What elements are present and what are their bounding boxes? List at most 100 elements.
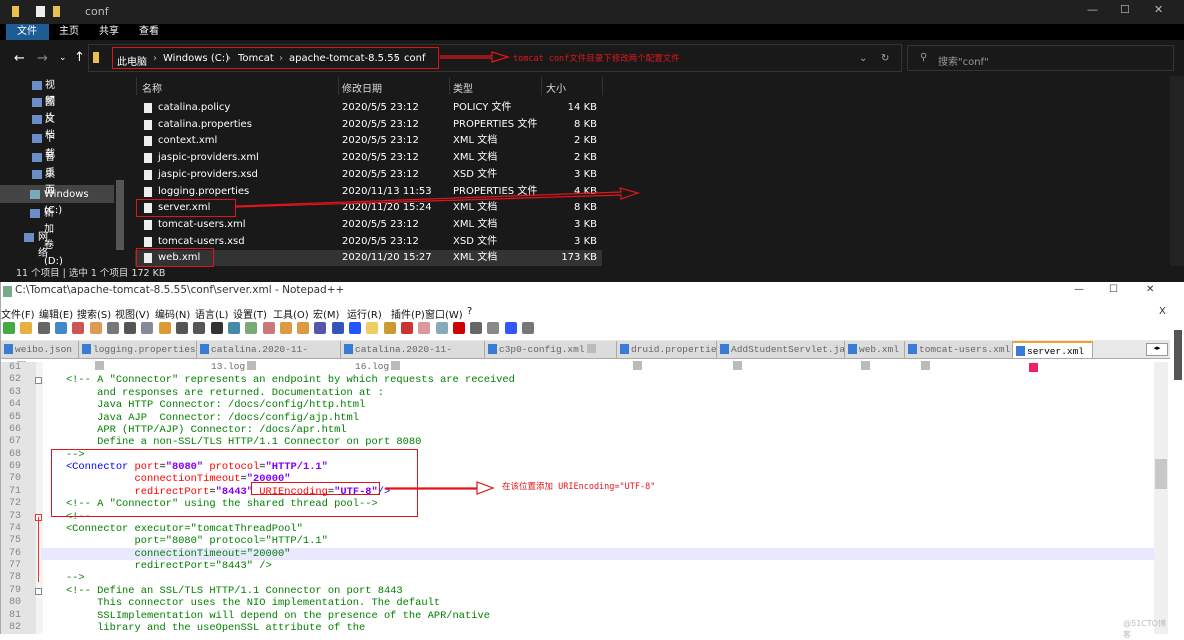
properties-icon[interactable]: [36, 6, 45, 17]
nav-item[interactable]: 文档: [45, 112, 55, 141]
tab-scroll-arrows[interactable]: ◂▸: [1146, 343, 1168, 356]
nav-item[interactable]: 桌面: [45, 167, 55, 196]
menu-item[interactable]: 编辑(E): [39, 306, 73, 321]
tab-c3p0-config-xml[interactable]: c3p0-config.xml: [485, 341, 617, 358]
file-row[interactable]: jaspic-providers.xsd 2020/5/5 23:12 XSD 文件…: [135, 167, 602, 183]
menu-item[interactable]: 设置(T): [233, 306, 267, 321]
new-folder-icon[interactable]: [53, 6, 60, 17]
toolbar-button-icon[interactable]: [504, 322, 517, 334]
tab-weibo-json[interactable]: weibo.json: [1, 341, 79, 370]
tab-home[interactable]: 主页: [49, 24, 89, 40]
file-row[interactable]: tomcat-users.xml 2020/5/5 23:12 XML 文档 3 KB: [135, 217, 602, 233]
menu-item[interactable]: 插件(P): [391, 306, 425, 321]
address-dropdown-icon[interactable]: ⌄: [859, 53, 867, 64]
tab-file[interactable]: 文件: [6, 24, 49, 40]
toolbar-button-icon[interactable]: [72, 322, 85, 334]
refresh-icon[interactable]: ↻: [881, 53, 889, 64]
search-input[interactable]: ⚲ 搜索"conf": [907, 45, 1174, 71]
toolbar-button-icon[interactable]: [349, 322, 361, 334]
tab-catalina-2020-11-16-log[interactable]: catalina.2020-11-16.log: [341, 341, 485, 372]
toolbar-button-icon[interactable]: [522, 322, 534, 334]
minimize-button[interactable]: —: [1074, 284, 1084, 295]
toolbar-button-icon[interactable]: [314, 322, 327, 334]
toolbar-button-icon[interactable]: [331, 322, 344, 334]
column-name[interactable]: 名称: [142, 80, 162, 95]
toolbar-button-icon[interactable]: [418, 322, 431, 334]
nav-item[interactable]: 下载: [45, 131, 55, 160]
toolbar-button-icon[interactable]: [176, 322, 188, 334]
up-button[interactable]: ↑: [74, 50, 85, 65]
menu-item[interactable]: 工具(O): [273, 306, 309, 321]
toolbar-button-icon[interactable]: [383, 322, 396, 334]
maximize-button[interactable]: ☐: [1120, 3, 1130, 16]
file-list-scrollbar[interactable]: [1170, 76, 1184, 266]
vertical-scrollbar[interactable]: [1154, 362, 1168, 634]
toolbar-button-icon[interactable]: [227, 322, 240, 334]
file-saved-icon: [344, 344, 353, 354]
nav-item[interactable]: Windows (C:): [44, 187, 89, 216]
toolbar-button-icon[interactable]: [452, 322, 465, 334]
toolbar-button-icon[interactable]: [297, 322, 310, 334]
tab-addstudentservlet-java[interactable]: AddStudentServlet.java: [717, 341, 856, 370]
tab-logging-properties[interactable]: logging.properties: [79, 341, 197, 370]
nav-item[interactable]: 网络: [38, 230, 48, 259]
menu-item[interactable]: 运行(R): [347, 306, 382, 321]
minimize-button[interactable]: —: [1087, 3, 1098, 16]
menu-item[interactable]: 编码(N): [155, 306, 190, 321]
recent-dropdown[interactable]: ⌄: [59, 53, 67, 63]
nav-scrollbar[interactable]: [116, 180, 124, 250]
toolbar-button-icon[interactable]: [3, 322, 15, 334]
toolbar-button-icon[interactable]: [400, 322, 413, 334]
menu-item[interactable]: 视图(V): [115, 306, 150, 321]
toolbar-button-icon[interactable]: [158, 322, 171, 334]
file-row[interactable]: catalina.policy 2020/5/5 23:12 POLICY 文件 14…: [135, 100, 602, 116]
toolbar-button-icon[interactable]: [279, 322, 292, 334]
nav-item[interactable]: 视频: [45, 78, 55, 107]
menu-item[interactable]: 文件(F): [1, 306, 35, 321]
toolbar-button-icon[interactable]: [487, 322, 500, 334]
toolbar-button-icon[interactable]: [89, 322, 102, 334]
back-button[interactable]: ←: [14, 51, 25, 66]
toolbar-button-icon[interactable]: [141, 322, 154, 334]
column-type[interactable]: 类型: [453, 80, 473, 95]
tab-share[interactable]: 共享: [89, 24, 129, 40]
tab-web-xml[interactable]: web.xml: [845, 341, 905, 370]
toolbar-button-icon[interactable]: [106, 322, 119, 334]
tab-druid-properties[interactable]: druid.properties: [617, 341, 722, 370]
toolbar-button-icon[interactable]: [210, 322, 223, 334]
forward-button[interactable]: →: [37, 51, 48, 66]
menu-item[interactable]: ?: [467, 306, 472, 317]
close-button[interactable]: ✕: [1154, 3, 1163, 16]
tab-catalina-2020-11-13-log[interactable]: catalina.2020-11-13.log: [197, 341, 341, 372]
toolbar-button-icon[interactable]: [54, 322, 67, 334]
nav-item[interactable]: 新加卷 (D:): [44, 206, 63, 267]
toolbar-button-icon[interactable]: [435, 322, 448, 334]
file-date: 2020/5/5 23:12: [342, 152, 419, 164]
toolbar-button-icon[interactable]: [262, 322, 275, 334]
toolbar-button-icon[interactable]: [470, 322, 483, 334]
column-date[interactable]: 修改日期: [342, 80, 382, 95]
tab-view[interactable]: 查看: [129, 24, 169, 40]
menu-item[interactable]: 窗口(W): [425, 306, 463, 321]
close-button[interactable]: ✕: [1146, 284, 1154, 295]
tab-server-xml[interactable]: server.xml: [1013, 341, 1093, 372]
file-row[interactable]: catalina.properties 2020/5/5 23:12 PROPERT…: [135, 117, 602, 133]
tab-tomcat-users-xml[interactable]: tomcat-users.xml: [905, 341, 1013, 370]
tab-close-icon[interactable]: [586, 344, 596, 353]
column-size[interactable]: 大小: [546, 80, 566, 95]
toolbar-button-icon[interactable]: [37, 322, 50, 334]
menu-item[interactable]: 宏(M): [313, 306, 339, 321]
code-line: connectionTimeout="20000": [41, 548, 291, 560]
toolbar-button-icon[interactable]: [20, 322, 33, 334]
toolbar-button-icon[interactable]: [245, 322, 258, 334]
nav-item[interactable]: 音乐: [45, 150, 55, 179]
maximize-button[interactable]: ☐: [1109, 284, 1118, 295]
toolbar-button-icon[interactable]: [193, 322, 206, 334]
file-row[interactable]: context.xml 2020/5/5 23:12 XML 文档 2 KB: [135, 133, 602, 149]
toolbar-button-icon[interactable]: [366, 322, 379, 334]
menu-item[interactable]: 语言(L): [195, 306, 228, 321]
menu-item[interactable]: 搜索(S): [77, 306, 111, 321]
nav-item[interactable]: 图片: [45, 95, 55, 124]
toolbar-button-icon[interactable]: [124, 322, 137, 334]
file-row[interactable]: jaspic-providers.xml 2020/5/5 23:12 XML 文档…: [135, 150, 602, 166]
